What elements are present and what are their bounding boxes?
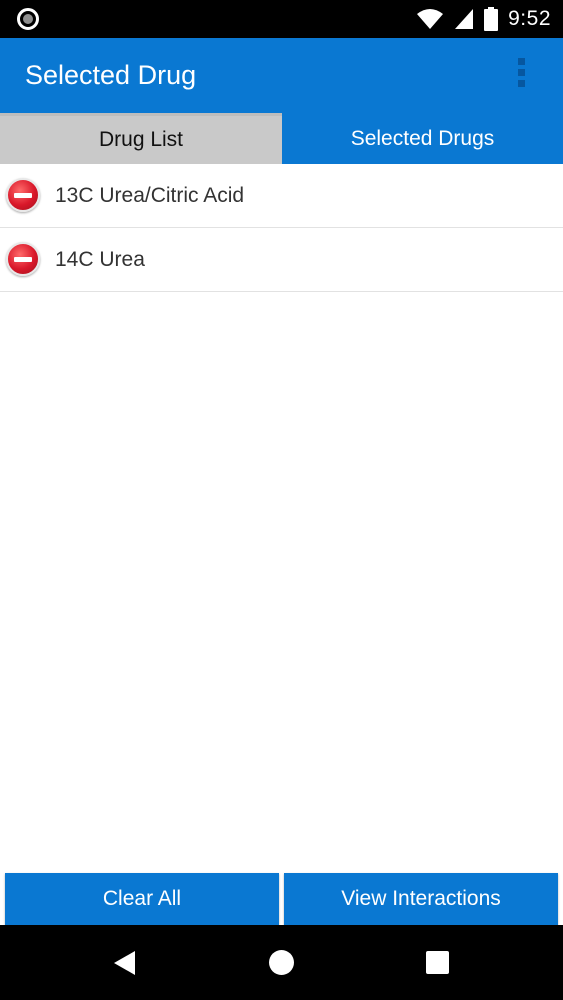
list-item: 14C Urea [0,228,563,292]
remove-icon[interactable] [6,178,40,212]
tab-drug-list-label: Drug List [98,128,184,151]
tab-selected-drugs[interactable]: Selected Drugs [282,113,563,164]
list-item: 13C Urea/Citric Acid [0,164,563,228]
status-icons: 9:52 [416,0,551,38]
wifi-icon [417,9,444,29]
drug-name: 14C Urea [55,247,145,271]
home-icon[interactable] [269,950,294,975]
status-time: 9:52 [508,7,551,30]
back-icon[interactable] [113,950,137,976]
clear-all-button[interactable]: Clear All [5,873,279,925]
system-nav-bar [0,925,563,1000]
status-bar: 9:52 [0,0,563,38]
page-title: Selected Drug [25,60,197,90]
recents-icon[interactable] [426,951,449,974]
view-interactions-button[interactable]: View Interactions [284,873,558,925]
drug-name: 13C Urea/Citric Acid [55,183,245,207]
selected-drug-list: 13C Urea/Citric Acid 14C Urea [0,164,563,292]
tab-selected-drugs-label: Selected Drugs [350,126,495,150]
overflow-menu-icon[interactable] [515,58,527,92]
app-bar: Selected Drug [0,38,563,113]
tab-bar: Drug List Selected Drugs [0,113,563,164]
tab-drug-list[interactable]: Drug List [0,113,282,164]
notification-circle-icon [17,8,39,30]
remove-icon[interactable] [6,242,40,276]
battery-icon [484,7,499,31]
cellular-signal-icon [455,9,474,29]
bottom-button-bar: Clear All View Interactions [0,873,563,925]
